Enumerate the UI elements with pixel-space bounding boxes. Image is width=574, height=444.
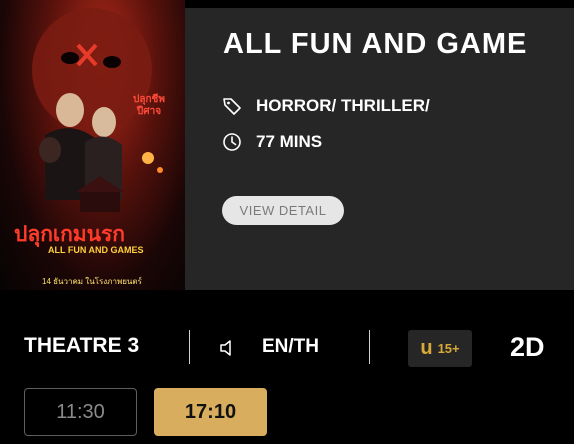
tag-icon [222,96,242,116]
age-rating-badge: u 15+ [408,330,472,367]
rating-age: 15+ [437,341,460,356]
poster-tagline: ปลุกชีพ ปีศาจ [133,94,165,117]
divider [369,330,370,364]
genre-text: HORROR/ THRILLER/ [256,96,430,115]
clock-icon [222,132,242,152]
view-detail-button[interactable]: VIEW DETAIL [222,196,344,225]
showtime-button[interactable]: 11:30 [24,388,137,436]
speaker-icon [218,338,238,363]
language-label: EN/TH [262,336,319,357]
divider [189,330,190,364]
showtime-section: THEATRE 3 EN/TH u 15+ 2D 11:30 17:10 [0,290,574,444]
rating-letter: u [420,337,433,359]
format-label: 2D [510,332,545,362]
genre-row: HORROR/ THRILLER/ [222,96,430,116]
poster-english-title: ALL FUN AND GAMES [48,245,144,255]
movie-title: ALL FUN AND GAME [223,28,528,60]
duration-row: 77 MINS [222,132,322,152]
theatre-label: THEATRE 3 [24,334,140,357]
movie-info-panel: ALL FUN AND GAME HORROR/ THRILLER/ 77 MI… [185,8,574,290]
poster-release-date: 14 ธันวาคม ในโรงภาพยนตร์ [42,277,142,286]
movie-poster[interactable]: ปลุกชีพ ปีศาจ ปลุกเกมนรก ALL FUN AND GAM… [0,0,185,290]
showtime-button-selected[interactable]: 17:10 [154,388,267,436]
duration-text: 77 MINS [256,132,323,151]
